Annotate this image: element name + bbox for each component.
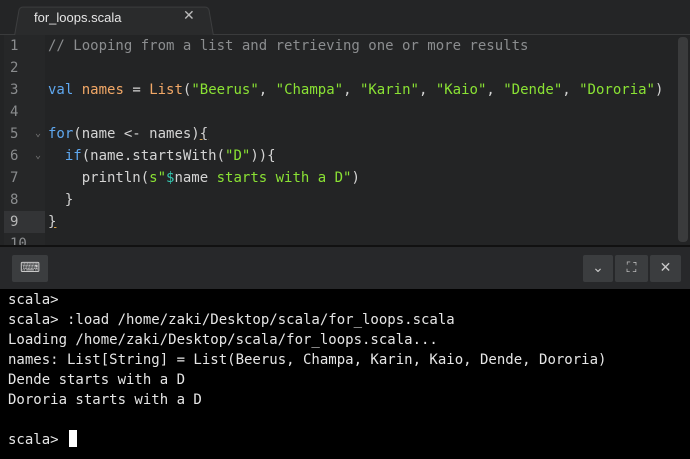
code-token: "Karin": [359, 82, 419, 98]
terminal-line: scala> :load /home/zaki/Desktop/scala/fo…: [8, 310, 455, 330]
code-token: "Dororia": [579, 82, 655, 98]
code-token: "Champa": [275, 82, 344, 98]
panel-toolbar: ⌨ ⌄ ⛶ ✕: [0, 245, 690, 289]
terminal-text: scala>: [8, 432, 68, 448]
code-token: "D": [225, 148, 251, 164]
code-token: if: [64, 148, 82, 164]
terminal-text: Dororia starts with a D: [8, 392, 202, 408]
line-number: 9: [4, 211, 45, 233]
code-token: ,: [258, 82, 276, 98]
scrollbar[interactable]: [678, 37, 688, 242]
code-token: "Dende": [503, 82, 563, 98]
terminal-text: Dende starts with a D: [8, 372, 186, 388]
code-token: name: [174, 170, 209, 186]
line-number: 7: [10, 170, 19, 186]
keyboard-icon[interactable]: ⌨: [12, 255, 48, 282]
code-token: starts with a D": [208, 170, 352, 186]
tab-bar: for_loops.scala ✕: [0, 0, 690, 36]
terminal-line: Loading /home/zaki/Desktop/scala/for_loo…: [8, 330, 438, 350]
line-number: 5 ⌄: [4, 123, 45, 145]
code-editor[interactable]: 1 2 3 4 5 ⌄ 6 ⌄ 7 8 9 10 // Looping from a list and…: [0, 35, 690, 252]
code-token: ,: [486, 82, 504, 98]
code-line: // Looping from a list and retrieving on…: [48, 38, 529, 54]
line-number: 4: [10, 104, 19, 120]
line-number: 3: [10, 82, 19, 98]
code-token: )){: [250, 148, 276, 164]
maximize-panel-button[interactable]: ⛶: [615, 255, 648, 282]
line-number: 6 ⌄: [4, 145, 45, 167]
code-token: "Beerus": [191, 82, 259, 98]
terminal-line: Dende starts with a D: [8, 370, 185, 390]
code-token: names: [81, 82, 124, 98]
terminal-text: scala> :load /home/zaki/Desktop/scala/fo…: [8, 312, 455, 328]
code-token: }: [48, 214, 57, 230]
code-token: println(: [48, 170, 150, 186]
code-token: List: [149, 82, 183, 98]
tab-label[interactable]: for_loops.scala: [34, 10, 121, 25]
code-token: ,: [562, 82, 580, 98]
code-token: for: [48, 126, 74, 142]
code-line: if(name.startsWith("D")){: [48, 145, 276, 167]
code-line: println(s"$name starts with a D"): [48, 167, 360, 189]
collapse-panel-button[interactable]: ⌄: [583, 255, 613, 282]
terminal[interactable]: scala> scala> :load /home/zaki/Desktop/sc…: [0, 289, 690, 459]
code-token: (name <- names): [73, 126, 200, 142]
terminal-line: names: List[String] = List(Beerus, Champ…: [8, 350, 606, 370]
terminal-line: scala>: [8, 290, 59, 310]
terminal-cursor: [69, 430, 78, 447]
code-token: {: [199, 126, 209, 142]
line-number: 1: [10, 38, 19, 54]
code-token: =: [123, 82, 150, 98]
code-token: "Kaio": [435, 82, 487, 98]
code-token: s": [149, 170, 167, 186]
close-tab-icon[interactable]: ✕: [183, 8, 195, 24]
terminal-text: Loading /home/zaki/Desktop/scala/for_loo…: [8, 332, 438, 348]
code-token: ): [654, 82, 664, 98]
code-line: }: [48, 211, 56, 233]
code-token: ,: [418, 82, 436, 98]
code-token: val: [48, 82, 74, 98]
line-gutter: 1 2 3 4 5 ⌄ 6 ⌄ 7 8 9 10: [4, 35, 45, 252]
terminal-text: scala>: [8, 292, 59, 308]
line-number: 2: [10, 60, 19, 76]
code-token: }: [48, 192, 74, 208]
fold-chevron-icon[interactable]: ⌄: [35, 145, 41, 167]
fold-chevron-icon[interactable]: ⌄: [35, 123, 41, 145]
line-number: 8: [10, 192, 19, 208]
terminal-text: names: List[String] = List(Beerus, Champ…: [8, 352, 607, 368]
code-token: ,: [343, 82, 360, 98]
code-line: for(name <- names){: [48, 123, 208, 145]
close-panel-button[interactable]: ✕: [650, 255, 681, 282]
code-line: val names = List("Beerus", "Champa", "Ka…: [48, 79, 663, 101]
code-token: ): [351, 170, 360, 186]
terminal-line: scala>: [8, 430, 78, 450]
code-token: (name.startsWith(: [81, 148, 226, 164]
code-line: }: [48, 189, 73, 211]
terminal-line: Dororia starts with a D: [8, 390, 202, 410]
